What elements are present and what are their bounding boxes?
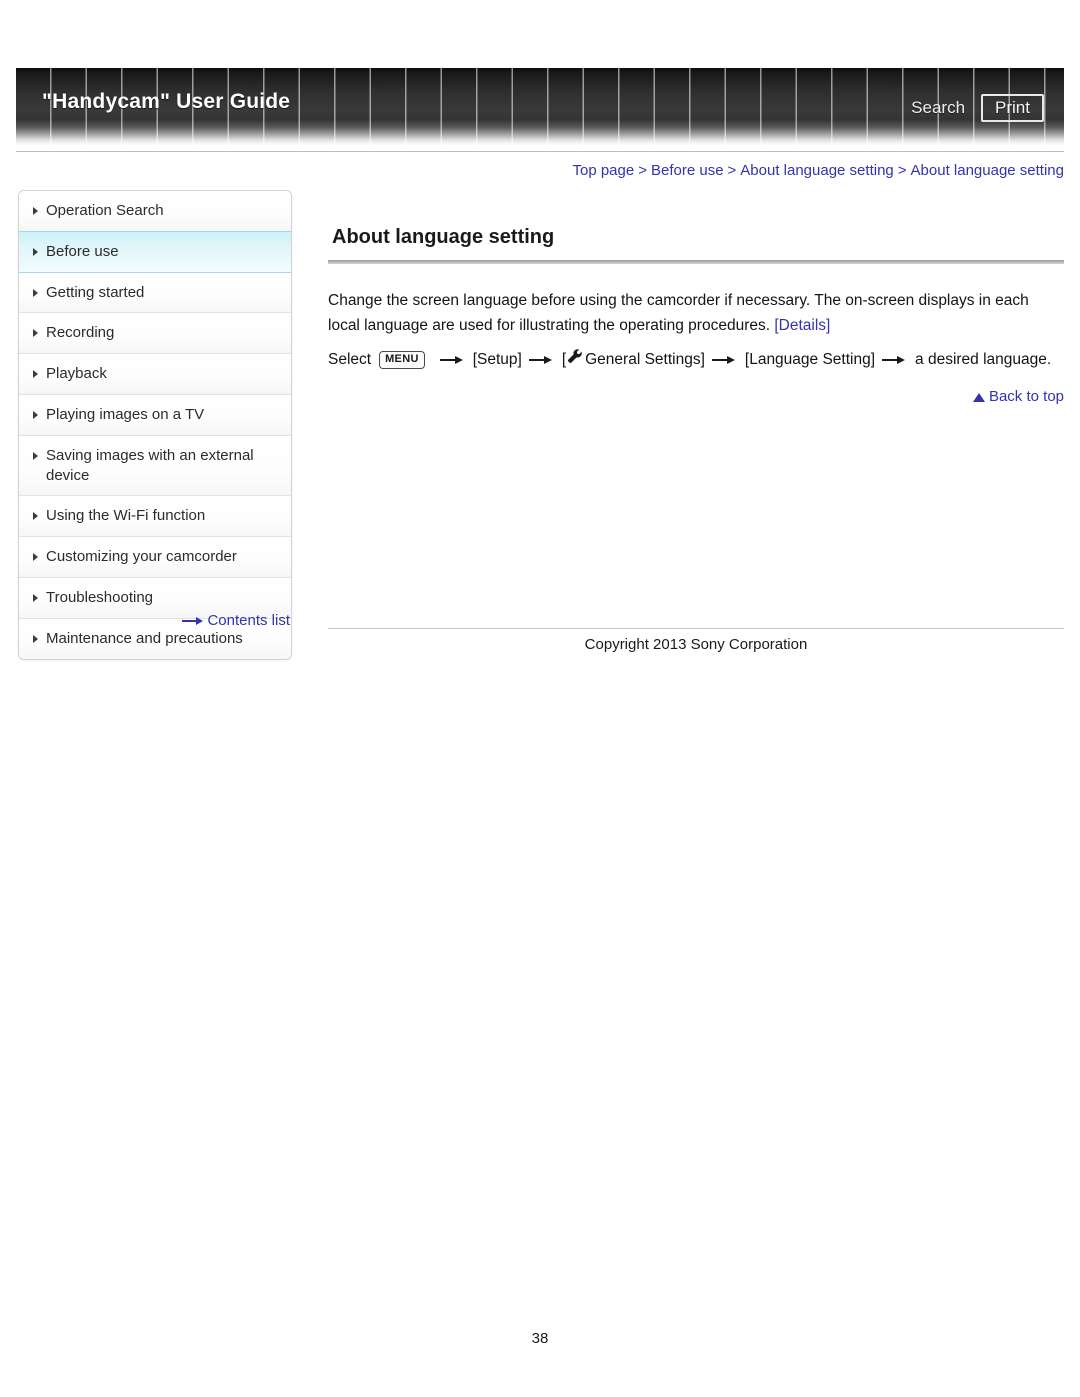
- sidebar-item-label: Before use: [46, 242, 119, 260]
- triangle-bullet-icon: [33, 451, 38, 460]
- sidebar-item-saving-images-external-device[interactable]: Saving images with an external device: [19, 435, 291, 497]
- triangle-bullet-icon: [33, 370, 38, 379]
- header-actions: Search Print: [911, 94, 1044, 122]
- triangle-bullet-icon: [33, 329, 38, 338]
- contents-list-link[interactable]: Contents list: [18, 612, 292, 629]
- page-number: 38: [531, 1330, 549, 1347]
- sidebar-item-before-use[interactable]: Before use: [19, 230, 291, 273]
- breadcrumb-separator: >: [727, 162, 737, 179]
- triangle-bullet-icon: [33, 410, 38, 419]
- intro-paragraph: Change the screen language before using …: [328, 288, 1064, 338]
- triangle-bullet-icon: [33, 593, 38, 602]
- breadcrumb: Top page > Before use > About language setti…: [572, 162, 1064, 179]
- sidebar-item-label: Recording: [46, 324, 115, 342]
- triangle-bullet-icon: [33, 247, 38, 256]
- back-to-top-link[interactable]: Back to top: [328, 388, 1064, 405]
- site-title: "Handycam" User Guide: [42, 90, 291, 113]
- sidebar-item-label: Saving images with an external device: [46, 446, 254, 484]
- step-general-settings: General Settings]: [585, 351, 705, 369]
- contents-list-label: Contents list: [207, 612, 290, 629]
- page-root: "Handycam" User Guide Search Print Top p…: [0, 0, 1080, 1397]
- breadcrumb-item-before-use[interactable]: Before use: [651, 162, 724, 179]
- title-divider: [328, 260, 1064, 264]
- step-desired-language: a desired language.: [915, 351, 1052, 369]
- triangle-bullet-icon: [33, 207, 38, 215]
- step-language-setting: [Language Setting]: [744, 351, 876, 369]
- sidebar-item-label: Customizing your camcorder: [46, 548, 237, 566]
- intro-paragraph-text: Change the screen language before using …: [328, 292, 1029, 335]
- select-procedure-line: Select MENU [Setup] [ General Settings] …: [328, 346, 1064, 374]
- sidebar-item-label: Troubleshooting: [46, 588, 154, 606]
- right-arrow-icon: [182, 616, 204, 626]
- search-link[interactable]: Search: [911, 98, 965, 118]
- sidebar-item-using-the-wifi-function[interactable]: Using the Wi-Fi function: [19, 496, 291, 538]
- triangle-bullet-icon: [33, 634, 38, 643]
- breadcrumb-separator: >: [638, 162, 647, 179]
- main-content: About language setting Change the screen…: [328, 190, 1064, 405]
- right-arrow-icon: [439, 354, 466, 366]
- triangle-bullet-icon: [33, 553, 38, 562]
- sidebar-item-label: Playback: [46, 365, 107, 383]
- footer-divider: [328, 628, 1064, 629]
- breadcrumb-item-current: About language setting: [910, 162, 1064, 179]
- sidebar-item-customizing-your-camcorder[interactable]: Customizing your camcorder: [19, 537, 291, 578]
- breadcrumb-item-about-language-setting[interactable]: About language setting: [740, 162, 893, 179]
- right-arrow-icon: [711, 354, 738, 366]
- copyright-text: Copyright 2013 Sony Corporation: [584, 636, 808, 653]
- menu-button-icon[interactable]: MENU: [379, 351, 425, 370]
- breadcrumb-item-top-page[interactable]: Top page: [572, 162, 634, 179]
- site-header: "Handycam" User Guide Search Print: [16, 68, 1064, 152]
- select-label: Select: [328, 351, 372, 369]
- up-triangle-icon: [972, 393, 985, 403]
- sidebar-item-operation-search[interactable]: Operation Search: [19, 191, 291, 232]
- sidebar-item-label: Playing images on a TV: [46, 405, 205, 423]
- triangle-bullet-icon: [33, 288, 38, 297]
- header-underline: [16, 151, 1064, 152]
- sidebar-item-label: Operation Search: [46, 202, 164, 219]
- sidebar-item-label: Getting started: [46, 283, 145, 301]
- triangle-bullet-icon: [33, 512, 38, 521]
- back-to-top-label: Back to top: [988, 388, 1064, 406]
- right-arrow-icon: [528, 354, 555, 366]
- wrench-icon: [567, 346, 583, 374]
- sidebar-item-getting-started[interactable]: Getting started: [19, 272, 291, 314]
- sidebar-item-label: Maintenance and precautions: [46, 629, 243, 647]
- sidebar-item-label: Using the Wi-Fi function: [46, 507, 206, 525]
- step-general-open-bracket: [: [561, 351, 567, 369]
- right-arrow-icon: [882, 354, 908, 366]
- step-setup: [Setup]: [472, 351, 522, 369]
- page-title: About language setting: [332, 226, 555, 248]
- sidebar-item-playback[interactable]: Playback: [19, 354, 291, 395]
- sidebar-nav: Operation Search Before use Getting star…: [18, 190, 292, 660]
- sidebar-item-recording[interactable]: Recording: [19, 313, 291, 355]
- breadcrumb-separator: >: [897, 162, 907, 179]
- print-button[interactable]: Print: [981, 94, 1044, 122]
- details-link[interactable]: [Details]: [774, 317, 830, 334]
- sidebar-item-playing-images-on-a-tv[interactable]: Playing images on a TV: [19, 394, 291, 436]
